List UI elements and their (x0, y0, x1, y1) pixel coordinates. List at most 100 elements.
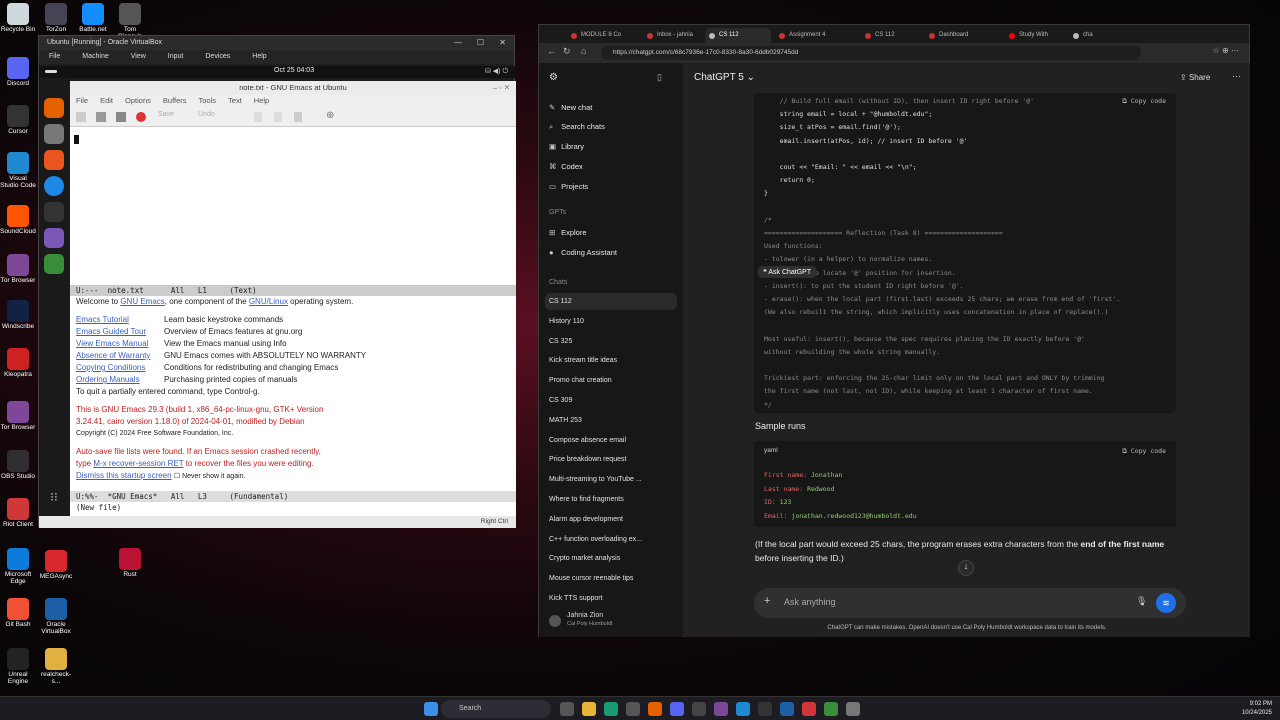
desktop-icon[interactable]: MEGAsync (38, 550, 74, 580)
nav-projects[interactable]: ▭ Projects (549, 182, 588, 191)
ask-chatgpt-popup[interactable]: ❝ Ask ChatGPT (758, 266, 817, 278)
browser-tab[interactable]: Inbox - jahnia (643, 28, 701, 43)
nav-codex[interactable]: ⌘ Codex (549, 162, 583, 171)
chat-item[interactable]: Where to find fragments (545, 491, 677, 508)
welcome-link[interactable]: Emacs Guided Tour (76, 326, 164, 338)
copy-code-button[interactable]: ⧉ Copy code (1122, 97, 1166, 106)
chat-item[interactable]: CS 309 (545, 392, 677, 409)
emacs-menu-help[interactable]: Help (254, 95, 269, 107)
gpt-coding-assistant[interactable]: ● Coding Assistant (549, 248, 617, 257)
more-options-icon[interactable]: ⋯ (1232, 71, 1241, 82)
vbox-menu-devices[interactable]: Devices (205, 50, 230, 64)
chat-item[interactable]: Multi-streaming to YouTube ... (545, 471, 677, 488)
chrome-icon[interactable] (802, 702, 816, 716)
trash-icon[interactable] (44, 254, 64, 274)
task-view-icon[interactable] (560, 702, 574, 716)
desktop-icon[interactable]: Riot Client (0, 498, 36, 528)
desktop-icon[interactable]: Windscribe (0, 300, 36, 330)
chat-item[interactable]: Kick TTS support (545, 590, 677, 607)
emacs-titlebar[interactable]: note.txt - GNU Emacs at Ubuntu – ▫ ✕ (70, 81, 516, 95)
openai-logo-icon[interactable]: ⚙ (549, 72, 558, 83)
gnu-emacs-link[interactable]: GNU Emacs (120, 297, 164, 306)
desktop-icon[interactable]: Git Bash (0, 598, 36, 628)
vscode-icon[interactable] (736, 702, 750, 716)
browser-window[interactable]: MODULE 8 Co Inbox - jahnia CS 112 Assignmen… (538, 24, 1250, 637)
avatar[interactable] (549, 615, 561, 627)
browser-tab[interactable]: CS 112 (861, 28, 921, 43)
back-icon[interactable]: ← (547, 46, 556, 56)
browser-tab[interactable]: Study With (1005, 28, 1065, 43)
system-tray-icon[interactable]: ⛁ ◀) ⏻ (485, 67, 508, 76)
recover-session-link[interactable]: M-x recover-session RET (93, 459, 183, 468)
browser-tab[interactable]: cha (1069, 28, 1129, 43)
close-buffer-icon[interactable] (136, 112, 146, 122)
chat-item[interactable]: Alarm app development (545, 511, 677, 528)
welcome-link[interactable]: View Emacs Manual (76, 338, 164, 350)
nav-library[interactable]: ▣ Library (549, 142, 584, 151)
microphone-icon[interactable]: 🎙 (1136, 596, 1147, 607)
virtualbox-icon[interactable] (780, 702, 794, 716)
vbox-menu-file[interactable]: File (49, 50, 60, 64)
browser-tab[interactable]: CS 112 (705, 28, 771, 43)
gnu-linux-link[interactable]: GNU/Linux (249, 297, 288, 306)
terminal-icon[interactable] (758, 702, 772, 716)
store-icon[interactable] (626, 702, 640, 716)
close-icon[interactable]: ✕ (499, 36, 506, 50)
desktop-icon[interactable]: Cursor (0, 105, 36, 135)
chat-item[interactable]: C++ function overloading ex... (545, 531, 677, 548)
user-name[interactable]: Jahnia Zion (567, 612, 603, 619)
voice-mode-icon[interactable]: ≋ (1156, 593, 1176, 613)
discord-icon[interactable] (670, 702, 684, 716)
welcome-link[interactable]: Emacs Tutorial (76, 314, 164, 326)
desktop-icon[interactable]: Tor Browser (0, 254, 36, 284)
emacs-menu-text[interactable]: Text (228, 95, 242, 107)
vbox-menu-help[interactable]: Help (252, 50, 266, 64)
scroll-down-icon[interactable]: ↓ (958, 560, 974, 576)
browser-tab[interactable]: MODULE 8 Co (567, 28, 639, 43)
files-icon[interactable] (44, 124, 64, 144)
desktop-icon[interactable]: Oracle VirtualBox (38, 598, 74, 635)
vbox-menu-view[interactable]: View (131, 50, 146, 64)
help-icon[interactable] (44, 176, 64, 196)
note-buffer[interactable] (70, 129, 516, 284)
app-icon[interactable] (692, 702, 706, 716)
desktop-icon[interactable]: Tor Browser (0, 401, 36, 431)
software-icon[interactable] (44, 150, 64, 170)
desktop-icon[interactable]: Rust (112, 548, 148, 578)
copy-icon[interactable] (274, 112, 282, 122)
cut-icon[interactable] (254, 112, 262, 122)
desktop-icon[interactable]: Battle.net (75, 3, 111, 33)
desktop-icon[interactable]: OBS Studio (0, 450, 36, 480)
new-file-icon[interactable] (76, 112, 86, 122)
taskbar-search[interactable]: Search (441, 700, 551, 718)
composer[interactable]: + Ask anything 🎙 ≋ (754, 588, 1186, 618)
never-show-checkbox[interactable]: ☐ Never show it again. (174, 473, 246, 480)
browser-tab[interactable]: Dashboard (925, 28, 1001, 43)
welcome-link[interactable]: Absence of Warranty (76, 350, 164, 362)
search-icon[interactable]: ⊕ (326, 110, 334, 121)
desktop-icon[interactable]: realcheck-s... (38, 648, 74, 685)
firefox-icon[interactable] (648, 702, 662, 716)
open-dir-icon[interactable] (116, 112, 126, 122)
chat-item[interactable]: CS 112 (545, 293, 677, 310)
windows-start-icon[interactable] (424, 702, 438, 716)
vbox-menu-input[interactable]: Input (168, 50, 184, 64)
emacs-menu-options[interactable]: Options (125, 95, 151, 107)
desktop-icon[interactable]: SoundCloud (0, 205, 36, 235)
save-button[interactable]: Save (158, 111, 174, 118)
emacs-menu-file[interactable]: File (76, 95, 88, 107)
welcome-link[interactable]: Ordering Manuals (76, 374, 164, 386)
apps-grid-icon[interactable]: ⁝⁝ (44, 490, 64, 510)
chat-item[interactable]: MATH 253 (545, 412, 677, 429)
taskbar-clock[interactable]: 9:02 PM 10/24/2025 (1242, 700, 1272, 718)
emacs-window-controls[interactable]: – ▫ ✕ (493, 81, 510, 95)
chat-item[interactable]: Promo chat creation (545, 372, 677, 389)
gpt-explore[interactable]: ⊞ Explore (549, 228, 587, 237)
activities-icon[interactable] (45, 70, 57, 73)
desktop-icon[interactable]: Kleopatra (0, 348, 36, 378)
sidebar-toggle-icon[interactable]: ▯ (657, 72, 662, 83)
share-button[interactable]: ⇪ Share (1180, 73, 1210, 82)
chat-item[interactable]: Mouse cursor reenable tips (545, 570, 677, 587)
vbox-menu-machine[interactable]: Machine (82, 50, 108, 64)
emacs-window[interactable]: note.txt - GNU Emacs at Ubuntu – ▫ ✕ Fil… (70, 81, 516, 526)
